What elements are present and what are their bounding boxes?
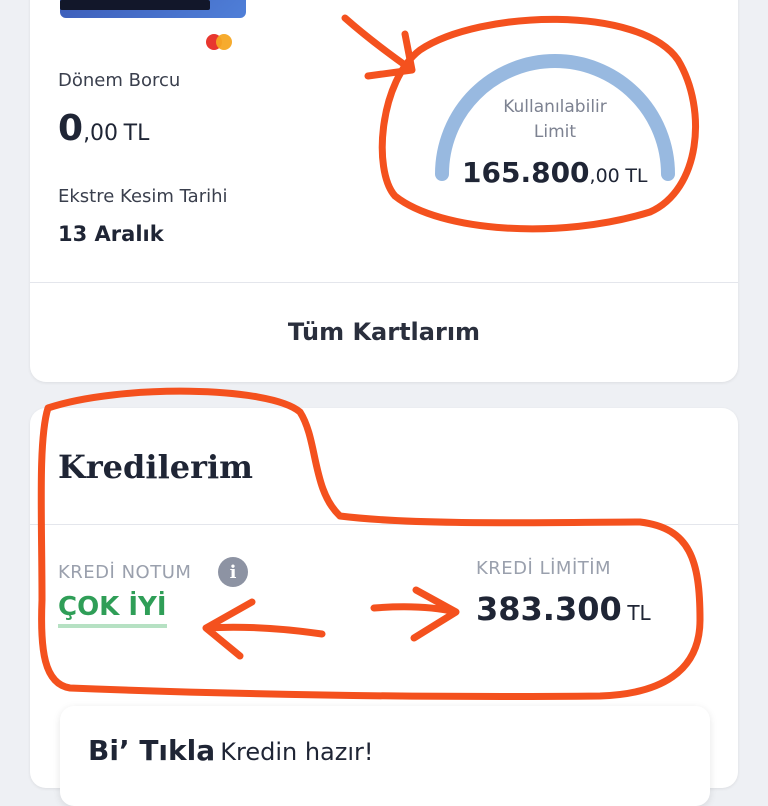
promo-message: Kredin hazır!: [220, 738, 374, 766]
credit-score-label: KREDİ NOTUM: [58, 562, 192, 583]
promo-brand: Bi’ Tıkla: [88, 734, 216, 767]
credit-limit-label: KREDİ LİMİTİM: [476, 558, 612, 579]
available-limit-label-line1: Kullanılabilir: [503, 97, 607, 117]
statement-date-value: 13 Aralık: [58, 222, 164, 246]
period-debt-int: 0: [58, 108, 84, 149]
available-limit-dec: ,00: [589, 165, 620, 187]
period-debt-dec: ,00: [83, 121, 119, 146]
available-limit-label-line2: Limit: [533, 121, 577, 142]
all-cards-button[interactable]: Tüm Kartlarım: [30, 282, 738, 382]
period-debt-unit: TL: [123, 121, 150, 146]
statement-date-label: Ekstre Kesim Tarihi: [58, 186, 228, 207]
available-limit-int: 165.800: [462, 156, 590, 189]
period-debt-value: 0,00 TL: [58, 108, 149, 149]
credit-limit-amount: 383.300: [476, 590, 622, 628]
card-number-redacted: [60, 0, 210, 10]
promo-text[interactable]: Bi’ Tıkla Kredin hazır!: [88, 734, 374, 767]
credit-card-thumbnail[interactable]: [60, 0, 246, 18]
credit-limit-value: 383.300 TL: [476, 590, 651, 628]
credit-score-value[interactable]: ÇOK İYİ: [58, 592, 167, 628]
available-limit-value: 165.800,00 TL: [462, 156, 648, 189]
available-limit-label: Kullanılabilir Limit: [435, 95, 675, 144]
credit-limit-unit: TL: [627, 601, 651, 625]
info-icon[interactable]: i: [218, 557, 248, 587]
mastercard-logo-icon-secondary: [216, 34, 232, 50]
period-debt-label: Dönem Borcu: [58, 70, 181, 91]
credits-title: Kredilerim: [58, 448, 253, 486]
available-limit-unit: TL: [625, 165, 648, 187]
divider: [30, 524, 738, 525]
